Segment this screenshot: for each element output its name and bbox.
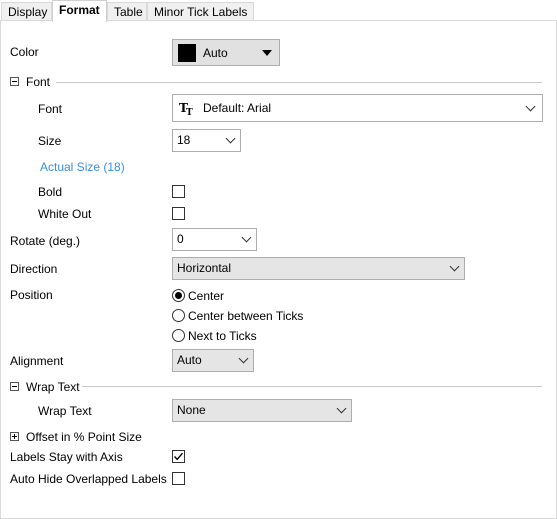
rotate-value: 0 [177, 232, 184, 246]
position-option-next-to-ticks: Next to Ticks [188, 329, 257, 343]
font-value: Default: Arial [203, 101, 272, 115]
wrap-text-dropdown[interactable]: None [172, 399, 352, 422]
color-label: Color [10, 45, 39, 59]
dropdown-arrow-icon [262, 50, 272, 56]
direction-label: Direction [10, 262, 58, 276]
size-value: 18 [177, 133, 191, 147]
position-label: Position [10, 288, 53, 302]
wrap-text-value: None [177, 403, 206, 417]
tab-display[interactable]: Display [1, 2, 52, 21]
labels-stay-label: Labels Stay with Axis [10, 450, 123, 464]
offset-group-title: Offset in % Point Size [26, 430, 142, 444]
chevron-down-icon [241, 232, 252, 243]
whiteout-checkbox[interactable] [172, 207, 185, 220]
chevron-down-icon [238, 353, 249, 364]
auto-hide-label: Auto Hide Overlapped Labels [10, 472, 167, 486]
checkmark-icon [173, 452, 184, 461]
alignment-value: Auto [177, 353, 202, 367]
tab-format[interactable]: Format [52, 0, 107, 22]
chevron-down-icon [449, 261, 460, 272]
color-swatch [178, 44, 196, 62]
position-option-center-between-ticks: Center between Ticks [188, 309, 304, 323]
rotate-label: Rotate (deg.) [10, 234, 81, 248]
direction-dropdown[interactable]: Horizontal [172, 257, 465, 280]
position-radio-center[interactable] [172, 289, 185, 302]
truetype-font-icon: TT [179, 101, 193, 118]
collapse-icon[interactable] [10, 77, 19, 86]
wrap-group-title: Wrap Text [26, 380, 80, 394]
chevron-down-icon [225, 133, 236, 144]
size-combo[interactable]: 18 [172, 129, 241, 152]
labels-stay-checkbox[interactable] [172, 450, 185, 463]
expand-icon[interactable] [10, 432, 19, 441]
tab-minor-tick-labels[interactable]: Minor Tick Labels [147, 2, 254, 21]
position-radio-center-between-ticks[interactable] [172, 309, 185, 322]
size-label: Size [38, 134, 62, 148]
alignment-label: Alignment [10, 354, 64, 368]
wrap-group-divider [82, 386, 542, 387]
font-group-divider [56, 82, 542, 83]
actual-size-link[interactable]: Actual Size (18) [40, 160, 125, 174]
wrap-text-label: Wrap Text [38, 404, 92, 418]
position-option-center: Center [188, 289, 225, 303]
color-dropdown[interactable]: Auto [172, 39, 280, 66]
font-dropdown[interactable]: TT Default: Arial [172, 94, 543, 122]
tab-table[interactable]: Table [107, 2, 147, 21]
color-value: Auto [203, 46, 228, 60]
rotate-combo[interactable]: 0 [172, 228, 257, 251]
font-label: Font [38, 102, 63, 116]
tab-strip: Display Format Table Minor Tick Labels [0, 0, 557, 22]
whiteout-label: White Out [38, 207, 92, 221]
chevron-down-icon [336, 403, 347, 414]
font-group-title: Font [26, 75, 51, 89]
position-radio-next-to-ticks[interactable] [172, 329, 185, 342]
direction-value: Horizontal [177, 261, 232, 275]
alignment-dropdown[interactable]: Auto [172, 349, 254, 372]
collapse-icon[interactable] [10, 382, 19, 391]
chevron-down-icon [525, 101, 536, 112]
auto-hide-checkbox[interactable] [172, 472, 185, 485]
bold-checkbox[interactable] [172, 185, 185, 198]
bold-label: Bold [38, 185, 63, 199]
